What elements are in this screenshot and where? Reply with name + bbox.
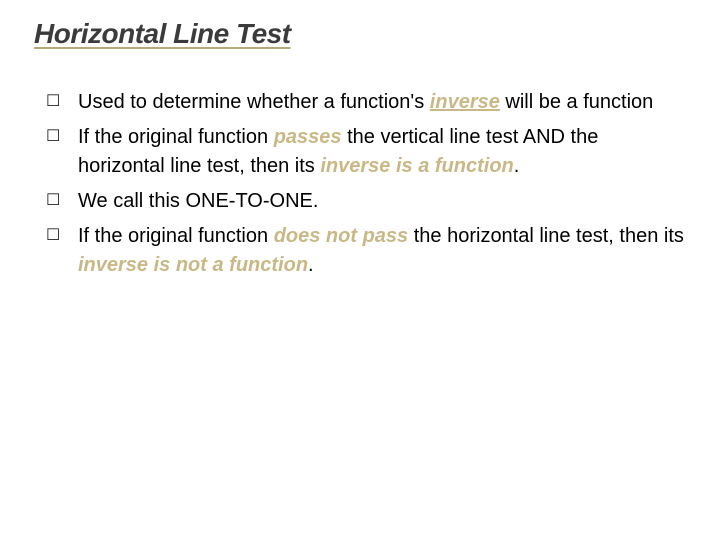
list-item-text: If the original function passes the vert… [78, 123, 686, 181]
list-item: ☐ If the original function passes the ver… [46, 123, 686, 181]
list-item: ☐ We call this ONE-TO-ONE. [46, 187, 686, 216]
slide-title: Horizontal Line Test [34, 18, 686, 50]
list-item-text: If the original function does not pass t… [78, 222, 686, 280]
square-bullet-icon: ☐ [46, 222, 68, 250]
square-bullet-icon: ☐ [46, 187, 68, 215]
square-bullet-icon: ☐ [46, 123, 68, 151]
square-bullet-icon: ☐ [46, 88, 68, 116]
list-item: ☐ Used to determine whether a function's … [46, 88, 686, 117]
list-item: ☐ If the original function does not pass … [46, 222, 686, 280]
bullet-list: ☐ Used to determine whether a function's … [34, 88, 686, 280]
list-item-text: Used to determine whether a function's i… [78, 88, 686, 117]
list-item-text: We call this ONE-TO-ONE. [78, 187, 686, 216]
